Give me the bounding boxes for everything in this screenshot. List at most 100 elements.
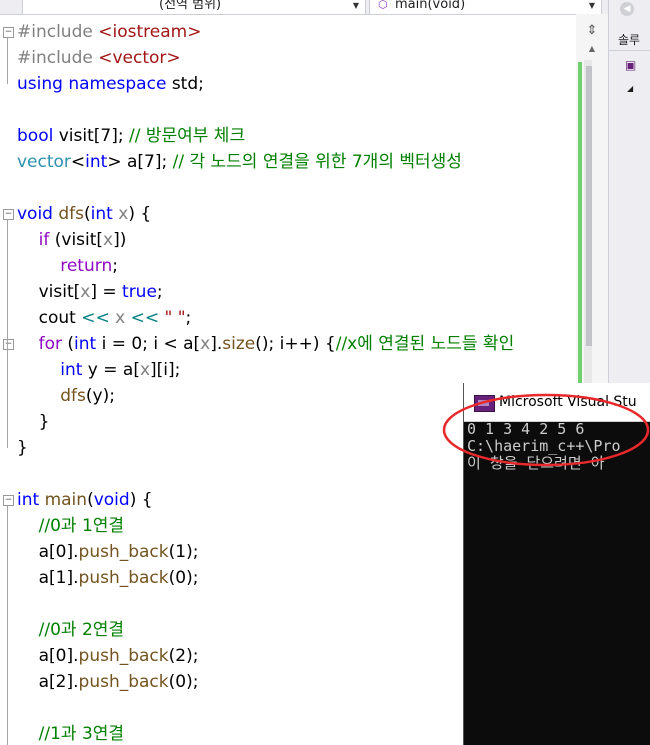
code-token: ] = (90, 282, 123, 302)
solution-explorer-label: 솔루 (618, 33, 641, 47)
code-token: <vector> (98, 48, 181, 68)
code-token: cout (17, 308, 82, 328)
code-token: ( (87, 490, 94, 510)
fold-toggle-icon[interactable]: − (3, 339, 14, 350)
console-title-bar[interactable]: Microsoft Visual Stu (464, 383, 650, 422)
code-token: i = 0; i < a[ (96, 334, 201, 354)
code-token: (2); (168, 646, 199, 666)
code-token: //x에 연결된 노드들 확인 (335, 334, 515, 354)
code-line: return; (17, 253, 118, 279)
code-token: a[1]. (17, 568, 79, 588)
code-line: //0과 1연결 (17, 513, 124, 539)
code-token: // 각 노드의 연결을 위한 7개의 벡터생성 (172, 152, 462, 172)
code-line: if (visit[x]) (17, 227, 127, 253)
code-token: push_back (78, 568, 169, 588)
scope-dropdown[interactable]: (전역 범위) ▼ (22, 0, 366, 15)
code-line: #include <iostream> (17, 19, 201, 45)
code-line: int main(void) { (17, 487, 153, 513)
code-token: bool (17, 126, 54, 146)
code-token: int (60, 360, 83, 380)
code-token: int (74, 334, 97, 354)
change-tracking-bar (578, 62, 582, 397)
console-window[interactable]: Microsoft Visual Stu 0 1 3 4 2 5 6 C:\ha… (463, 383, 650, 745)
code-token: push_back (78, 646, 169, 666)
code-token: x (103, 230, 114, 250)
code-token: a[2]. (17, 672, 79, 692)
code-token: dfs (58, 204, 85, 224)
code-token: ; (112, 256, 118, 276)
console-output-line: 0 1 3 4 2 5 6 (467, 420, 585, 438)
chevron-down-icon: ▼ (588, 1, 595, 10)
code-token: ( (62, 334, 75, 354)
code-line: } (17, 409, 50, 435)
code-token: << (130, 308, 160, 328)
console-output-line: 이 창을 닫으려면 아 (467, 454, 605, 472)
code-line: a[0].push_back(2); (17, 643, 199, 669)
outline-guide (7, 38, 8, 84)
code-token: ; (185, 308, 192, 328)
scroll-thumb[interactable] (586, 66, 592, 346)
code-token: (1); (168, 542, 199, 562)
expand-triangle-icon[interactable]: ◢ (627, 84, 633, 93)
code-token: vector (17, 152, 71, 172)
code-token: (); i++) { (255, 334, 336, 354)
code-token: << (81, 308, 110, 328)
code-token: ]. (210, 334, 223, 354)
console-title: Microsoft Visual Stu (499, 394, 637, 410)
code-token: main (44, 490, 88, 510)
code-line: dfs(y); (17, 383, 115, 409)
code-token: ) { (128, 204, 152, 224)
code-token: (visit[ (49, 230, 104, 250)
code-line: a[1].push_back(0); (17, 565, 199, 591)
back-icon[interactable]: ◀ (620, 2, 634, 16)
code-token: int (85, 152, 108, 172)
scope-label: (전역 범위) (159, 0, 222, 12)
code-token: x (115, 308, 126, 328)
code-line: #include <vector> (17, 45, 181, 71)
fold-toggle-icon[interactable]: − (3, 27, 14, 38)
code-token: x (200, 334, 211, 354)
code-token: } (17, 412, 50, 432)
code-token: x (118, 204, 129, 224)
code-line: } (17, 435, 28, 461)
code-token: visit[7]; (53, 126, 129, 146)
function-cube-icon: ⬡ (378, 0, 388, 11)
code-token: ]) (113, 230, 127, 250)
code-token: a[0]. (17, 646, 79, 666)
chevron-down-icon: ▼ (352, 1, 359, 10)
code-token: void (93, 490, 130, 510)
fold-toggle-icon[interactable]: − (3, 209, 14, 220)
code-token: void (17, 204, 53, 224)
panel-divider (609, 50, 650, 51)
code-token: std; (166, 74, 204, 94)
function-dropdown[interactable]: ⬡ main(void) ▼ (369, 0, 602, 15)
code-token: true (122, 282, 157, 302)
code-token: x (80, 282, 91, 302)
navigation-bar: (전역 범위) ▼ ⬡ main(void) ▼ (0, 0, 608, 15)
code-line: using namespace std; (17, 71, 204, 97)
code-line: a[0].push_back(1); (17, 539, 199, 565)
scroll-up-arrow-icon[interactable]: ▲ (576, 44, 608, 56)
code-token: ][i]; (150, 360, 181, 380)
code-token: <iostream> (98, 22, 202, 42)
code-token: namespace (68, 74, 167, 94)
fold-toggle-icon[interactable]: − (3, 495, 14, 506)
code-token: (0); (168, 568, 199, 588)
code-token: (0); (168, 672, 199, 692)
code-token: " " (164, 308, 186, 328)
code-token: using (17, 74, 63, 94)
code-token: push_back (78, 672, 169, 692)
split-view-button[interactable]: ⇕ (576, 22, 608, 40)
code-token: //0과 2연결 (38, 620, 125, 640)
code-token: dfs (60, 386, 86, 406)
code-token: y = a[ (82, 360, 140, 380)
code-line: cout << x << " "; (17, 305, 192, 331)
code-token: > a[7]; (107, 152, 173, 172)
outline-guide (7, 506, 8, 745)
